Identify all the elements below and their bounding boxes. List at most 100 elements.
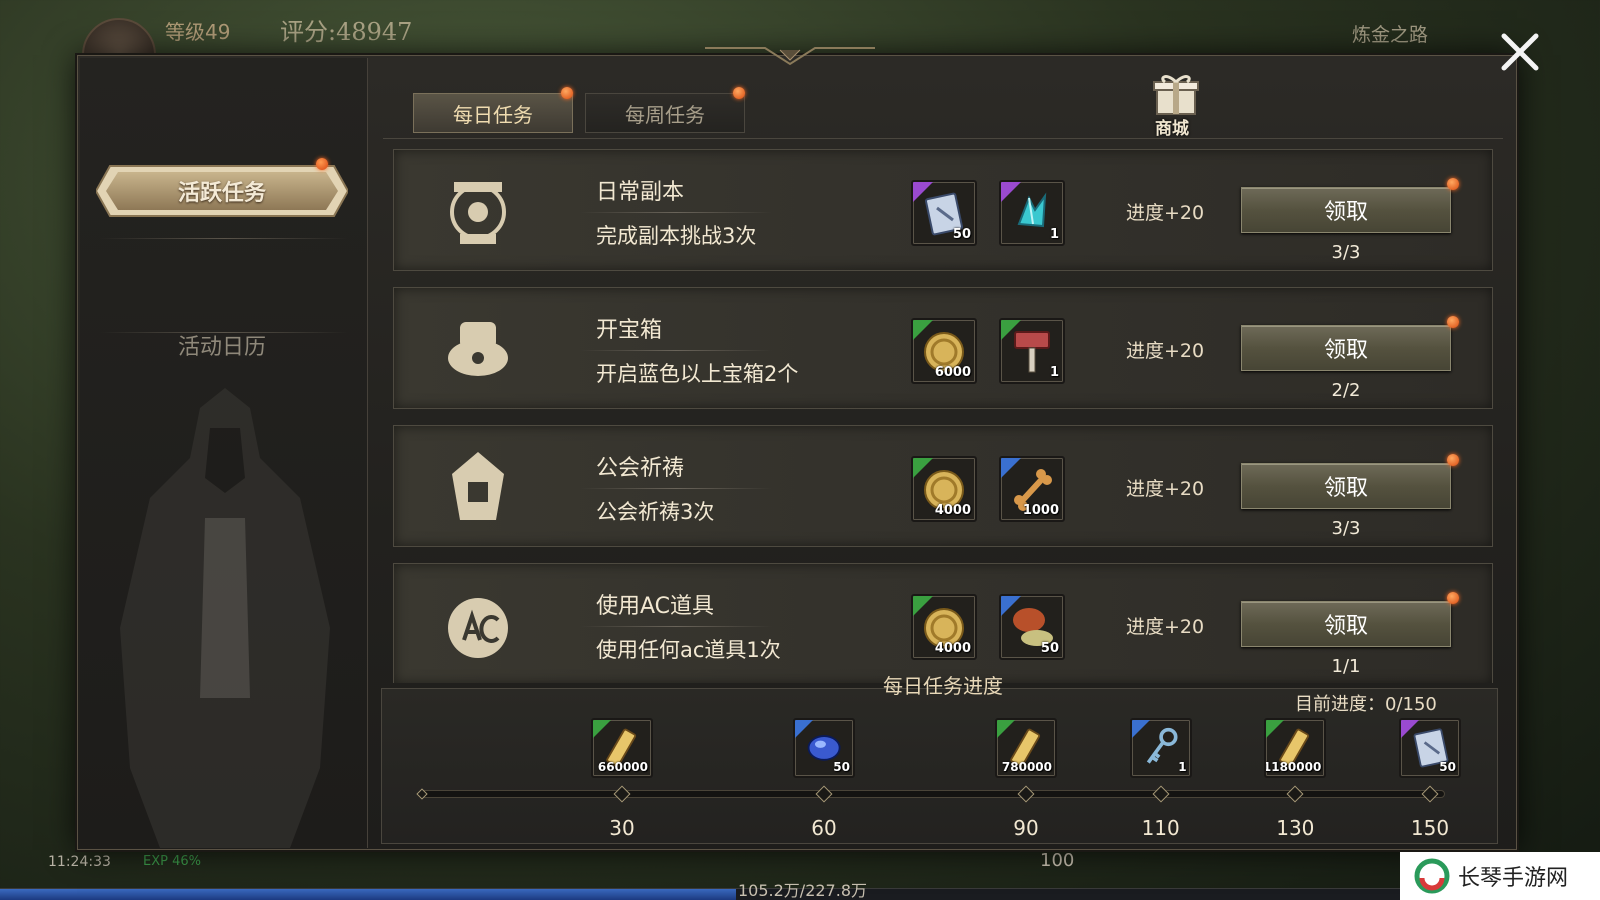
milestone-reward[interactable]: 50 bbox=[793, 718, 855, 778]
task-title: 公会祈祷 bbox=[596, 456, 685, 481]
task-row: 日常副本完成副本挑战3次 50 1 进度+20 领取 3/3 bbox=[393, 149, 1493, 271]
sidebar-item-active-tasks[interactable]: 活跃任务 bbox=[96, 158, 348, 224]
player-level: 等级49 bbox=[165, 20, 231, 44]
task-count: 3/3 bbox=[1331, 242, 1361, 263]
reward-slot[interactable]: 50 bbox=[999, 594, 1065, 660]
reward-quantity: 660000 bbox=[597, 760, 648, 774]
task-row: 使用AC道具使用任何ac道具1次 4000 50 进度+20 领取 1/1 bbox=[393, 563, 1493, 683]
milestone-reward[interactable]: 50 bbox=[1399, 718, 1461, 778]
claim-button[interactable]: 领取 bbox=[1241, 325, 1451, 371]
treasure-chest-emblem-icon bbox=[448, 322, 508, 376]
player-score: 评分:48947 bbox=[280, 18, 413, 46]
quest-route-label: 炼金之路 bbox=[1352, 24, 1429, 46]
task-description: 使用任何ac道具1次 bbox=[596, 638, 781, 662]
notification-dot bbox=[561, 87, 573, 99]
task-title: 使用AC道具 bbox=[596, 594, 715, 619]
reward-quantity: 780000 bbox=[1001, 760, 1052, 774]
task-description: 公会祈祷3次 bbox=[596, 500, 715, 524]
sidebar: 活跃任务 活动日历 bbox=[80, 58, 368, 848]
tab-daily-tasks[interactable]: 每日任务 bbox=[413, 93, 573, 133]
notification-dot bbox=[1447, 454, 1459, 466]
task-row: 开宝箱开启蓝色以上宝箱2个 6000 1 进度+20 领取 2/2 bbox=[393, 287, 1493, 409]
milestone-reward[interactable]: 1180000 bbox=[1264, 718, 1327, 778]
daily-progress-header: 每日任务进度 bbox=[823, 668, 1063, 700]
milestone-value: 130 bbox=[1276, 816, 1315, 840]
guild-emblem-icon bbox=[452, 452, 504, 520]
shop-button[interactable]: 商城 bbox=[1140, 72, 1204, 139]
reward-slot[interactable]: 1 bbox=[999, 318, 1065, 384]
clock: 11:24:33 bbox=[48, 854, 111, 870]
key-icon bbox=[1146, 727, 1178, 764]
task-description: 完成副本挑战3次 bbox=[596, 224, 757, 248]
milestone-value: 90 bbox=[1013, 816, 1039, 840]
milestone-value: 110 bbox=[1141, 816, 1180, 840]
task-divider bbox=[580, 212, 772, 213]
daily-progress-title: 每日任务进度 bbox=[883, 673, 1003, 698]
exp-bar-fill bbox=[0, 889, 736, 900]
reward-quantity: 1 bbox=[1178, 760, 1187, 774]
task-title: 开宝箱 bbox=[596, 318, 663, 343]
task-count: 3/3 bbox=[1331, 518, 1361, 539]
reward-quantity: 6000 bbox=[934, 365, 971, 380]
exp-text: 105.2万/227.8万 bbox=[738, 881, 868, 900]
reward-quantity: 1 bbox=[1049, 365, 1059, 380]
reward-quantity: 50 bbox=[833, 760, 850, 774]
task-divider bbox=[580, 626, 772, 627]
reward-slot[interactable]: 1 bbox=[999, 180, 1065, 246]
shop-label: 商城 bbox=[1155, 119, 1189, 139]
reward-quantity: 4000 bbox=[934, 503, 971, 518]
claim-button[interactable]: 领取 bbox=[1241, 601, 1451, 647]
task-row: 公会祈祷公会祈祷3次 4000 1000 进度+20 领取 3/3 bbox=[393, 425, 1493, 547]
progress-reward-label: 进度+20 bbox=[1126, 340, 1205, 362]
claim-button[interactable]: 领取 bbox=[1241, 187, 1451, 233]
task-list[interactable]: 日常副本完成副本挑战3次 50 1 进度+20 领取 3/3 开宝箱开启蓝色以上宝箱2个 60… bbox=[383, 138, 1503, 683]
task-count: 1/1 bbox=[1331, 656, 1361, 677]
hammer-icon bbox=[1014, 331, 1050, 373]
notification-dot bbox=[1447, 316, 1459, 328]
reward-quantity: 1 bbox=[1049, 227, 1059, 242]
top-ornament-icon bbox=[705, 47, 875, 66]
task-divider bbox=[580, 488, 772, 489]
claim-button[interactable]: 领取 bbox=[1241, 463, 1451, 509]
reward-slot[interactable]: 4000 bbox=[911, 456, 977, 522]
current-progress: 目前进度：0/150 bbox=[1295, 694, 1437, 715]
progress-reward-label: 进度+20 bbox=[1126, 616, 1205, 638]
sidebar-item-activity-calendar[interactable]: 活动日历 bbox=[96, 320, 348, 370]
exp-percent: EXP 46% bbox=[143, 854, 201, 869]
reward-quantity: 50 bbox=[1439, 760, 1456, 774]
milestone-value: 60 bbox=[811, 816, 837, 840]
milestone-reward[interactable]: 660000 bbox=[591, 718, 653, 778]
sidebar-active-label: 活跃任务 bbox=[177, 181, 266, 206]
milestone-reward[interactable]: 780000 bbox=[995, 718, 1057, 778]
reward-slot[interactable]: 6000 bbox=[911, 318, 977, 384]
site-logo-icon bbox=[1414, 858, 1450, 894]
reward-quantity: 4000 bbox=[934, 641, 971, 656]
watermark-text: 长琴手游网 bbox=[1458, 866, 1569, 891]
notification-dot bbox=[733, 87, 745, 99]
notification-dot bbox=[1447, 592, 1459, 604]
close-icon[interactable] bbox=[1496, 28, 1544, 76]
reward-slot[interactable]: 4000 bbox=[911, 594, 977, 660]
reward-quantity: 50 bbox=[952, 227, 971, 242]
reward-quantity: 50 bbox=[1040, 641, 1059, 656]
task-count: 2/2 bbox=[1331, 380, 1361, 401]
notification-dot bbox=[1447, 178, 1459, 190]
sidebar-divider bbox=[100, 238, 348, 239]
tab-weekly-tasks[interactable]: 每周任务 bbox=[585, 93, 745, 133]
reward-slot[interactable]: 50 bbox=[911, 180, 977, 246]
watermark: 长琴手游网 bbox=[1400, 852, 1600, 900]
milestone-reward[interactable]: 1 bbox=[1129, 718, 1192, 778]
reward-quantity: 1000 bbox=[1022, 503, 1059, 518]
progress-reward-label: 进度+20 bbox=[1126, 478, 1205, 500]
task-divider bbox=[580, 350, 772, 351]
sidebar-divider bbox=[100, 332, 348, 333]
crystal-icon bbox=[1017, 192, 1047, 228]
ac-item-emblem-icon bbox=[448, 598, 508, 658]
milestone-value: 30 bbox=[609, 816, 635, 840]
gift-icon bbox=[1152, 75, 1199, 115]
task-title: 日常副本 bbox=[596, 180, 685, 205]
progress-reward-label: 进度+20 bbox=[1126, 202, 1205, 224]
hp-value: 100 bbox=[1040, 850, 1075, 871]
task-description: 开启蓝色以上宝箱2个 bbox=[596, 362, 799, 386]
reward-slot[interactable]: 1000 bbox=[999, 456, 1065, 522]
